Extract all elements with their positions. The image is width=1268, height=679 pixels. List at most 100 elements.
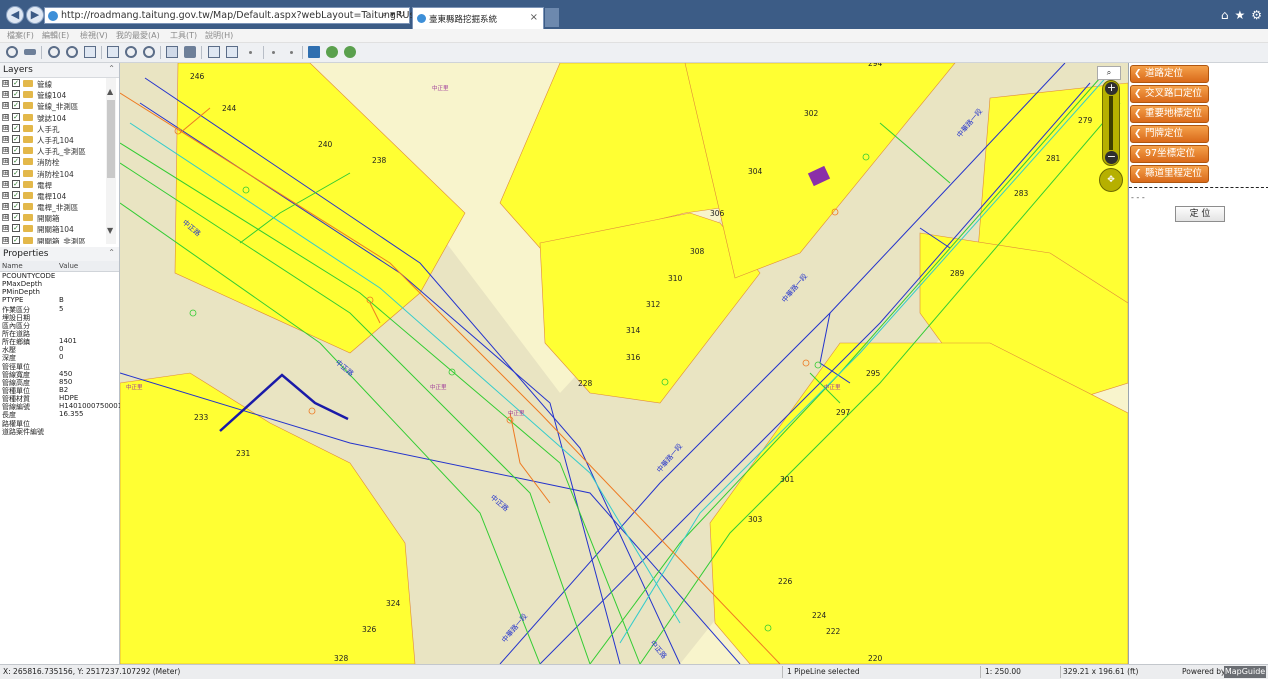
scale-icon[interactable] — [24, 49, 36, 55]
collapse-chevron-icon[interactable]: ⌃ — [108, 248, 115, 257]
new-tab-button[interactable] — [545, 8, 559, 27]
select-pointer-icon[interactable] — [166, 46, 178, 58]
layer-item[interactable]: ⊞ ✓ 管線104 — [0, 89, 106, 100]
select-radius-icon[interactable] — [208, 46, 220, 58]
pan-arrows-icon[interactable]: ✥ — [1099, 168, 1123, 192]
expand-icon[interactable]: ⊞ — [2, 91, 9, 99]
zoom-extent-icon[interactable] — [84, 46, 96, 58]
layer-item[interactable]: ⊞ ✓ 人手孔 — [0, 123, 106, 134]
zoom-rectangle-icon[interactable] — [107, 46, 119, 58]
buffer-icon[interactable] — [326, 46, 338, 58]
intersection-locate-button[interactable]: ❮ 交叉路口定位 — [1130, 85, 1209, 103]
layer-item[interactable]: ⊞ ✓ 管線_非測區 — [0, 100, 106, 111]
save-icon[interactable] — [308, 46, 320, 58]
property-value: 0 — [59, 345, 64, 354]
layer-item[interactable]: ⊞ ✓ 消防栓104 — [0, 168, 106, 179]
measure-icon[interactable] — [344, 46, 356, 58]
layer-checkbox[interactable]: ✓ — [12, 179, 20, 188]
layers-scrollbar[interactable]: ▲ ▼ — [106, 78, 116, 244]
layer-checkbox[interactable]: ✓ — [12, 157, 20, 166]
layer-item[interactable]: ⊞ ✓ 消防栓 — [0, 156, 106, 167]
address-locate-button[interactable]: ❮ 門牌定位 — [1130, 125, 1209, 143]
zoom-minus-icon[interactable] — [143, 46, 155, 58]
refresh-map-icon[interactable] — [6, 46, 18, 58]
expand-icon[interactable]: ⊞ — [2, 80, 9, 87]
expand-icon[interactable]: ⊞ — [2, 214, 9, 222]
zoom-in-icon[interactable]: + — [1105, 82, 1118, 95]
menu-help[interactable]: 說明(H) — [205, 30, 233, 41]
layer-item[interactable]: ⊞ ✓ 開關箱 — [0, 212, 106, 223]
layer-checkbox[interactable]: ✓ — [12, 235, 20, 244]
scroll-thumb[interactable] — [107, 100, 115, 178]
layer-checkbox[interactable]: ✓ — [12, 112, 20, 121]
zoom-out-tool-icon[interactable] — [66, 46, 78, 58]
scroll-up-icon[interactable]: ▲ — [107, 87, 113, 96]
layer-checkbox[interactable]: ✓ — [12, 146, 20, 155]
zoom-out-icon[interactable]: − — [1105, 151, 1118, 164]
menu-favorites[interactable]: 我的最愛(A) — [116, 30, 160, 41]
address-number-label: 301 — [780, 475, 795, 484]
tab-close-icon[interactable]: × — [530, 12, 538, 23]
layer-checkbox[interactable]: ✓ — [12, 202, 20, 211]
menu-view[interactable]: 檢視(V) — [80, 30, 108, 41]
expand-icon[interactable]: ⊞ — [2, 203, 9, 211]
expand-icon[interactable]: ⊞ — [2, 169, 9, 177]
layer-checkbox[interactable]: ✓ — [12, 168, 20, 177]
coordinate-locate-button[interactable]: ❮ 97坐標定位 — [1130, 145, 1209, 163]
expand-icon[interactable]: ⊞ — [2, 102, 9, 110]
settings-gear-icon[interactable]: ⚙ — [1251, 8, 1262, 22]
pan-hand-icon[interactable] — [184, 46, 196, 58]
layer-item[interactable]: ⊞ ✓ 電桿104 — [0, 190, 106, 201]
expand-icon[interactable]: ⊞ — [2, 225, 9, 233]
address-number-label: 226 — [778, 577, 793, 586]
layer-item[interactable]: ⊞ ✓ 人手孔104 — [0, 134, 106, 145]
menu-edit[interactable]: 編輯(E) — [42, 30, 69, 41]
expand-icon[interactable]: ⊞ — [2, 236, 9, 244]
menu-file[interactable]: 檔案(F) — [7, 30, 34, 41]
chevron-left-icon: ❮ — [1134, 169, 1142, 179]
favorites-star-icon[interactable]: ★ — [1234, 8, 1245, 22]
layer-item[interactable]: ⊞ ✓ 人手孔_非測區 — [0, 145, 106, 156]
select-polygon-icon[interactable] — [226, 46, 238, 58]
layer-item[interactable]: ⊞ ✓ 開關箱104 — [0, 223, 106, 234]
menu-tools[interactable]: 工具(T) — [170, 30, 197, 41]
map-view[interactable]: 246 244 240 238 233 231 228 316 314 312 310 308 306 3… — [120, 63, 1128, 664]
expand-icon[interactable]: ⊞ — [2, 113, 9, 121]
home-icon[interactable]: ⌂ — [1221, 8, 1229, 22]
expand-icon[interactable]: ⊞ — [2, 147, 9, 155]
layer-checkbox[interactable]: ✓ — [12, 79, 20, 87]
zoom-plus-icon[interactable] — [125, 46, 137, 58]
scroll-down-icon[interactable]: ▼ — [107, 226, 113, 235]
toolbar-separator — [263, 46, 264, 59]
forward-button[interactable]: ▶ — [26, 6, 44, 24]
road-locate-button[interactable]: ❮ 道路定位 — [1130, 65, 1209, 83]
expand-icon[interactable]: ⊞ — [2, 180, 9, 188]
layer-checkbox[interactable]: ✓ — [12, 134, 20, 143]
expand-icon[interactable]: ⊞ — [2, 124, 9, 132]
browser-tab[interactable]: 臺東縣路挖掘系統 × — [412, 7, 544, 29]
landmark-locate-button[interactable]: ❮ 重要地標定位 — [1130, 105, 1209, 123]
locate-button[interactable]: 定 位 — [1175, 206, 1225, 222]
layer-checkbox[interactable]: ✓ — [12, 213, 20, 222]
layer-item[interactable]: ⊞ ✓ 電桿_非測區 — [0, 201, 106, 212]
zoom-in-tool-icon[interactable] — [48, 46, 60, 58]
layer-item[interactable]: ⊞ ✓ 號誌104 — [0, 112, 106, 123]
layer-item[interactable]: ⊞ ✓ 開關箱_非測區 — [0, 235, 106, 244]
zoom-magnifier-icon[interactable]: ⌕ — [1097, 66, 1121, 80]
map-canvas[interactable]: 246 244 240 238 233 231 228 316 314 312 310 308 306 3… — [120, 63, 1128, 664]
collapse-chevron-icon[interactable]: ⌃ — [108, 64, 115, 73]
layer-item[interactable]: ⊞ ✓ 電桿 — [0, 179, 106, 190]
expand-icon[interactable]: ⊞ — [2, 158, 9, 166]
mileage-locate-button[interactable]: ❮ 縣道里程定位 — [1130, 165, 1209, 183]
layer-checkbox[interactable]: ✓ — [12, 190, 20, 199]
expand-icon[interactable]: ⊞ — [2, 135, 9, 143]
address-bar[interactable]: http://roadmang.taitung.gov.tw/Map/Defau… — [44, 7, 444, 24]
layer-checkbox[interactable]: ✓ — [12, 123, 20, 132]
layer-checkbox[interactable]: ✓ — [12, 224, 20, 233]
back-button[interactable]: ◀ — [6, 6, 24, 24]
layer-checkbox[interactable]: ✓ — [12, 101, 20, 110]
expand-icon[interactable]: ⊞ — [2, 191, 9, 199]
address-controls[interactable]: ⌕ ▾ ↻ — [382, 10, 405, 20]
layer-checkbox[interactable]: ✓ — [12, 90, 20, 99]
layer-item[interactable]: ⊞ ✓ 管線 — [0, 78, 106, 89]
